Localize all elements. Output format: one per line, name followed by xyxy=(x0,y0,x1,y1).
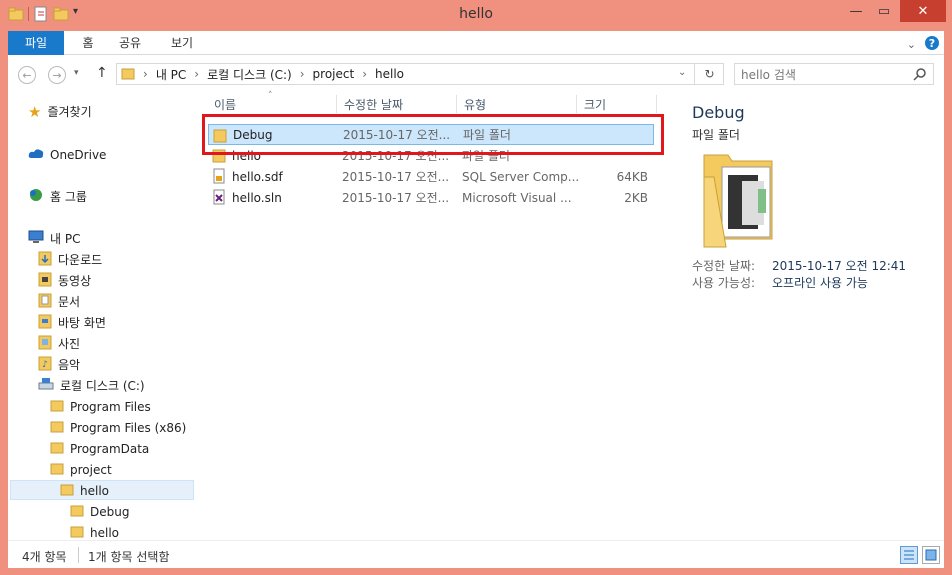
sort-ascending-icon: ˄ xyxy=(268,91,273,101)
nav-program-files[interactable]: Program Files xyxy=(50,396,151,417)
drive-icon xyxy=(38,377,54,394)
address-bar[interactable]: › 내 PC › 로컬 디스크 (C:) › project › hello xyxy=(116,63,724,85)
breadcrumb-thispc[interactable]: 내 PC xyxy=(156,66,186,83)
preview-kind: 파일 폴더 xyxy=(692,128,740,142)
desktop-folder-icon xyxy=(38,313,52,332)
breadcrumb-project[interactable]: project xyxy=(313,67,355,81)
status-bar: 4개 항목 1개 항목 선택함 xyxy=(8,540,944,568)
column-date[interactable]: 수정한 날짜 xyxy=(344,93,403,115)
videos-folder-icon xyxy=(38,271,52,290)
column-separator[interactable] xyxy=(456,95,457,113)
nav-program-files-x86[interactable]: Program Files (x86) xyxy=(50,417,186,438)
nav-favorites[interactable]: ★ 즐겨찾기 xyxy=(28,101,92,122)
column-separator[interactable] xyxy=(576,95,577,113)
breadcrumb-local-disk[interactable]: 로컬 디스크 (C:) xyxy=(207,66,292,83)
modified-value: 2015-10-17 오전 12:41 xyxy=(772,259,907,273)
file-row[interactable]: hello.sdf 2015-10-17 오전... SQL Server Co… xyxy=(208,166,654,187)
refresh-icon: ↻ xyxy=(704,67,715,81)
music-folder-icon: ♪ xyxy=(38,355,52,374)
file-row[interactable]: hello.sln 2015-10-17 오전... Microsoft Vis… xyxy=(208,187,654,208)
help-icon[interactable]: ? xyxy=(924,35,940,54)
window-title: hello xyxy=(459,6,493,22)
nav-downloads[interactable]: 다운로드 xyxy=(38,249,102,270)
folder-icon xyxy=(60,482,74,499)
search-placeholder: hello 검색 xyxy=(741,67,796,82)
nav-music[interactable]: ♪ 음악 xyxy=(38,354,80,375)
search-icon[interactable] xyxy=(913,67,927,84)
nav-documents[interactable]: 문서 xyxy=(38,291,80,312)
sln-file-icon xyxy=(212,189,226,208)
computer-icon xyxy=(28,230,44,247)
item-count: 4개 항목 xyxy=(22,550,67,564)
file-list-pane: ˄ 이름 수정한 날짜 유형 크기 Debug 2015-10-17 오전...… xyxy=(198,91,668,540)
title-bar: ▾ hello — ▭ ✕ xyxy=(0,0,952,31)
homegroup-icon xyxy=(28,187,44,206)
nav-programdata[interactable]: ProgramData xyxy=(50,438,149,459)
nav-homegroup[interactable]: 홈 그룹 xyxy=(28,186,87,207)
star-icon: ★ xyxy=(28,102,42,121)
minimize-button[interactable]: — xyxy=(842,0,870,22)
svg-text:?: ? xyxy=(929,37,935,50)
folder-icon xyxy=(50,461,64,478)
modified-label: 수정한 날짜: xyxy=(692,259,756,273)
nav-desktop[interactable]: 바탕 화면 xyxy=(38,312,106,333)
tab-view[interactable]: 보기 xyxy=(166,31,198,55)
column-size[interactable]: 크기 xyxy=(584,93,606,115)
tab-home[interactable]: 홈 xyxy=(74,31,102,55)
column-separator[interactable] xyxy=(336,95,337,113)
recent-locations-icon[interactable]: ▾ xyxy=(74,68,79,78)
navigation-pane: ★ 즐겨찾기 OneDrive 홈 그룹 내 PC 다운로드 동영상 문서 바탕… xyxy=(8,93,198,540)
status-separator xyxy=(78,547,79,563)
large-folder-icon xyxy=(698,147,778,252)
back-button[interactable]: ← xyxy=(18,66,36,84)
column-type[interactable]: 유형 xyxy=(464,93,486,115)
tab-share[interactable]: 공유 xyxy=(114,31,146,55)
maximize-button[interactable]: ▭ xyxy=(870,0,898,22)
sdf-file-icon xyxy=(212,168,226,187)
availability-value: 오프라인 사용 가능 xyxy=(772,276,868,290)
preview-title: Debug xyxy=(692,103,745,122)
nav-videos[interactable]: 동영상 xyxy=(38,270,91,291)
nav-pictures[interactable]: 사진 xyxy=(38,333,80,354)
nav-local-disk[interactable]: 로컬 디스크 (C:) xyxy=(38,375,145,396)
documents-folder-icon xyxy=(38,292,52,311)
address-row: ← → ▾ ↑ › 내 PC › 로컬 디스크 (C:) › project ›… xyxy=(8,55,944,93)
folder-icon xyxy=(50,419,64,436)
expand-ribbon-icon[interactable]: ⌄ xyxy=(907,38,916,51)
close-button[interactable]: ✕ xyxy=(900,0,946,22)
forward-button[interactable]: → xyxy=(48,66,66,84)
nav-project[interactable]: project xyxy=(50,459,112,480)
nav-onedrive[interactable]: OneDrive xyxy=(28,144,106,165)
nav-hello-sub[interactable]: hello xyxy=(70,522,119,540)
nav-hello[interactable]: hello xyxy=(60,480,109,501)
folder-icon xyxy=(70,503,84,520)
folder-icon xyxy=(50,398,64,415)
column-separator[interactable] xyxy=(656,95,657,113)
address-dropdown-icon[interactable]: ⌄ xyxy=(678,67,686,78)
breadcrumb-hello[interactable]: hello xyxy=(375,67,404,81)
nav-debug[interactable]: Debug xyxy=(70,501,129,522)
tab-file[interactable]: 파일 xyxy=(8,31,64,55)
pictures-folder-icon xyxy=(38,334,52,353)
refresh-button[interactable]: ↻ xyxy=(694,63,724,85)
folder-icon xyxy=(121,66,135,83)
availability-label: 사용 가능성: xyxy=(692,276,756,290)
folder-icon xyxy=(50,440,64,457)
ribbon-tabs: 파일 홈 공유 보기 ⌄ ? xyxy=(8,31,944,55)
column-name[interactable]: 이름 xyxy=(214,93,236,115)
svg-text:♪: ♪ xyxy=(42,360,48,370)
details-view-button[interactable] xyxy=(900,546,918,564)
large-icons-view-button[interactable] xyxy=(922,546,940,564)
search-input[interactable]: hello 검색 xyxy=(734,63,934,85)
up-button[interactable]: ↑ xyxy=(96,65,108,81)
selection-count: 1개 항목 선택함 xyxy=(88,550,170,564)
nav-thispc[interactable]: 내 PC xyxy=(28,228,80,249)
downloads-folder-icon xyxy=(38,250,52,269)
cloud-icon xyxy=(28,147,44,162)
details-pane: Debug 파일 폴더 수정한 날짜: 2015-10-17 오전 12:41 … xyxy=(668,93,944,540)
highlight-annotation-box xyxy=(202,114,664,155)
folder-icon xyxy=(70,524,84,540)
